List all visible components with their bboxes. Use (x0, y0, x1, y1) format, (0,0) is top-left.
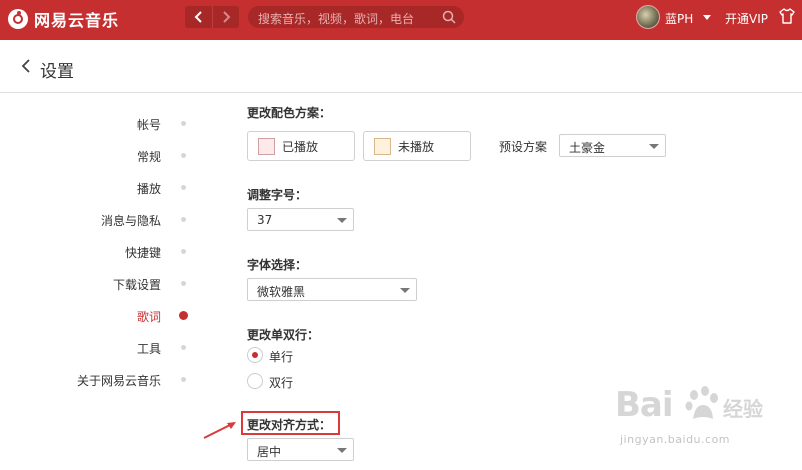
played-color-button[interactable]: 已播放 (247, 131, 355, 161)
menu-dot-icon (181, 217, 186, 222)
font-size-value: 37 (257, 213, 273, 227)
preset-select[interactable]: 土豪金 (559, 134, 666, 157)
app-logo[interactable]: 网易云音乐 (8, 7, 119, 31)
double-line-label[interactable]: 双行 (269, 374, 293, 391)
alignment-title: 更改对齐方式： (247, 418, 332, 432)
menu-dot-icon (181, 281, 186, 286)
search-input[interactable]: 搜索音乐，视频，歌词，电台 (248, 6, 464, 28)
app-title: 网易云音乐 (34, 11, 120, 30)
vip-button[interactable]: 开通VIP (725, 10, 768, 27)
menu-dot-icon (181, 345, 186, 350)
menu-item-3[interactable]: 消息与隐私 (101, 212, 161, 229)
menu-item-1[interactable]: 常规 (137, 148, 161, 165)
unplayed-color-swatch (374, 137, 391, 155)
line-mode-title: 更改单双行： (247, 328, 320, 342)
double-line-radio[interactable] (247, 373, 263, 389)
color-scheme-title: 更改配色方案： (247, 106, 332, 120)
single-line-radio[interactable] (247, 347, 263, 363)
watermark-brand-suffix: 经验 (723, 397, 763, 421)
watermark-brand: Bai (615, 385, 674, 425)
alignment-select[interactable]: 居中 (247, 438, 354, 461)
unplayed-color-button[interactable]: 未播放 (363, 131, 471, 161)
unplayed-color-label: 未播放 (398, 139, 435, 154)
chevron-down-icon[interactable] (703, 15, 711, 20)
netease-logo-icon (8, 9, 28, 29)
menu-item-4[interactable]: 快捷键 (125, 244, 161, 261)
history-nav (185, 6, 239, 28)
preset-value: 土豪金 (569, 141, 606, 155)
font-size-select[interactable]: 37 (247, 208, 354, 231)
font-family-value: 微软雅黑 (257, 285, 306, 299)
header-divider (0, 92, 802, 93)
skin-shirt-icon[interactable] (778, 7, 796, 25)
played-color-label: 已播放 (282, 139, 319, 154)
chevron-right-icon (223, 11, 231, 23)
search-placeholder: 搜索音乐，视频，歌词，电台 (258, 12, 415, 26)
menu-item-8[interactable]: 关于网易云音乐 (77, 372, 161, 389)
annotation-arrow-icon (203, 422, 236, 439)
menu-dot-icon (181, 185, 186, 190)
username[interactable]: 蓝PH (665, 10, 693, 27)
watermark-url: jingyan.baidu.com (620, 433, 731, 446)
menu-active-dot-icon (179, 311, 188, 320)
menu-item-6[interactable]: 歌词 (137, 308, 161, 325)
chevron-left-icon (194, 11, 202, 23)
played-color-swatch (258, 137, 275, 155)
baidu-watermark: Bai 经验 jingyan.baidu.com (615, 385, 795, 465)
menu-dot-icon (181, 377, 186, 382)
menu-item-5[interactable]: 下载设置 (113, 276, 161, 293)
single-line-label[interactable]: 单行 (269, 348, 293, 365)
forward-nav-button[interactable] (212, 6, 239, 28)
dropdown-arrow-icon (337, 448, 347, 453)
back-nav-button[interactable] (185, 6, 212, 28)
menu-item-2[interactable]: 播放 (137, 180, 161, 197)
font-size-title: 调整字号： (247, 188, 308, 202)
avatar[interactable] (636, 5, 660, 29)
font-family-title: 字体选择： (247, 258, 308, 272)
dropdown-arrow-icon (400, 288, 410, 293)
baidu-paw-icon (685, 386, 718, 419)
search-icon[interactable] (442, 10, 456, 24)
back-chevron-icon[interactable] (20, 58, 32, 74)
dropdown-arrow-icon (337, 218, 347, 223)
menu-dot-icon (181, 121, 186, 126)
menu-dot-icon (181, 249, 186, 254)
top-bar: 网易云音乐 搜索音乐，视频，歌词，电台 蓝PH 开通VIP (0, 0, 802, 40)
preset-label: 预设方案 (499, 140, 548, 154)
font-family-select[interactable]: 微软雅黑 (247, 278, 417, 301)
alignment-value: 居中 (257, 445, 282, 459)
page-title: 设置 (40, 62, 74, 82)
menu-dot-icon (181, 153, 186, 158)
menu-item-7[interactable]: 工具 (137, 340, 161, 357)
dropdown-arrow-icon (649, 144, 659, 149)
menu-item-0[interactable]: 帐号 (137, 116, 161, 133)
